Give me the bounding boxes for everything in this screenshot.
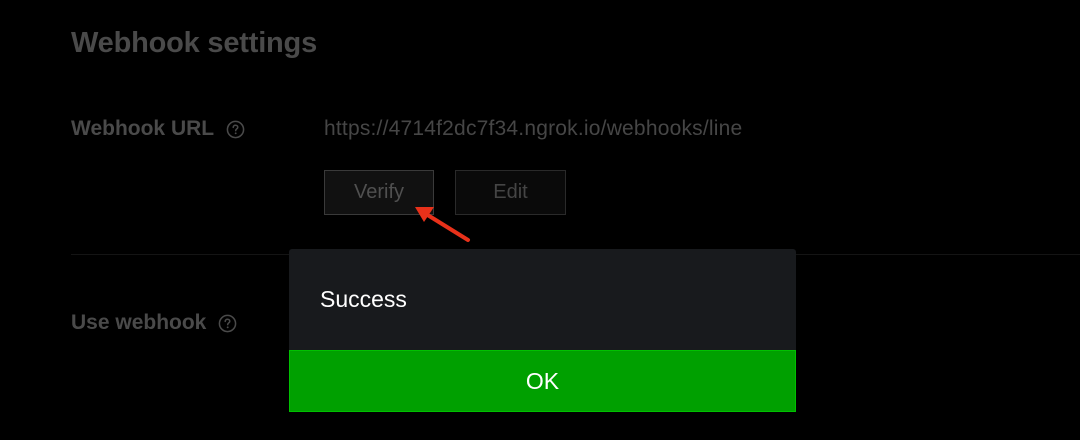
section-title: Webhook settings bbox=[71, 27, 318, 59]
question-circle-icon[interactable] bbox=[226, 120, 245, 139]
annotation-arrow-icon bbox=[415, 207, 470, 242]
webhook-settings-page: Webhook settings Webhook URL https://471… bbox=[0, 0, 1080, 440]
use-webhook-label: Use webhook bbox=[71, 311, 207, 334]
success-dialog: Success OK bbox=[289, 249, 796, 412]
webhook-url-label: Webhook URL bbox=[71, 117, 215, 140]
dialog-message: Success bbox=[320, 286, 407, 312]
use-webhook-row-label: Use webhook bbox=[71, 311, 237, 335]
webhook-url-row-label: Webhook URL bbox=[71, 117, 245, 141]
question-circle-icon[interactable] bbox=[218, 314, 237, 333]
ok-button[interactable]: OK bbox=[289, 350, 796, 412]
webhook-url-value: https://4714f2dc7f34.ngrok.io/webhooks/l… bbox=[324, 117, 743, 140]
